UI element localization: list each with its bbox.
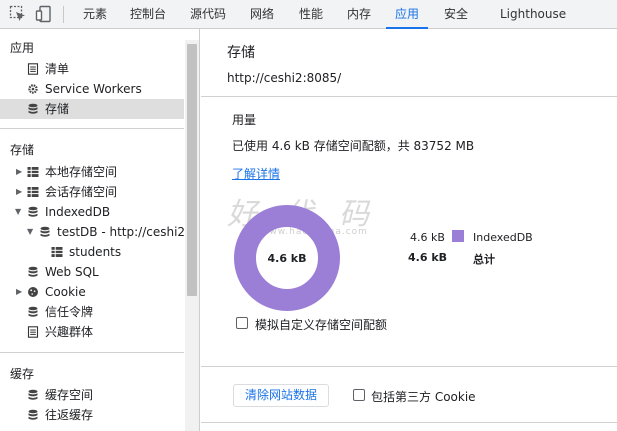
chevron-down-icon[interactable]: ▼ <box>15 202 21 222</box>
chevron-right-icon[interactable]: ▶ <box>16 282 22 302</box>
application-sidebar: 应用 清单 Service Workers 存储 存储 ▶ 本地存储空间 ▶ 会… <box>0 29 200 431</box>
sidebar-section-storage: 存储 <box>10 143 35 157</box>
sidebar-item-indexeddb[interactable]: ▼ IndexedDB <box>0 202 184 222</box>
tab-elements[interactable]: 元素 <box>83 0 107 29</box>
inspect-element-icon[interactable] <box>9 5 27 23</box>
cookie-icon <box>28 287 38 297</box>
simulate-quota-label: 模拟自定义存储空间配额 <box>255 318 388 332</box>
sidebar-item-label: testDB - http://ceshi2:80 <box>57 225 184 239</box>
sidebar-item-session-storage[interactable]: ▶ 会话存储空间 <box>0 182 184 202</box>
database-icon <box>28 389 38 400</box>
sidebar-item-label: Service Workers <box>45 82 142 96</box>
gear-icon <box>28 84 38 94</box>
database-icon <box>28 306 38 317</box>
include-third-party-cookies-checkbox[interactable] <box>353 389 365 401</box>
sidebar-item-label: 信任令牌 <box>45 305 94 319</box>
database-icon <box>28 103 38 114</box>
legend-amount-indexeddb: 4.6 kB <box>410 231 445 244</box>
devtools-tab-bar: 元素 控制台 源代码 网络 性能 内存 应用 安全 Lighthouse <box>0 0 617 29</box>
sidebar-divider <box>0 352 184 353</box>
storage-panel: 存储 http://ceshi2:8085/ 用量 已使用 4.6 kB 存储空… <box>201 29 617 431</box>
grid-icon <box>51 247 63 257</box>
database-icon <box>40 226 50 237</box>
simulate-quota-checkbox[interactable] <box>236 317 248 329</box>
sidebar-section-cache: 缓存 <box>10 367 35 381</box>
include-third-party-cookies-label: 包括第三方 Cookie <box>371 390 476 404</box>
sidebar-item-local-storage[interactable]: ▶ 本地存储空间 <box>0 162 184 182</box>
chevron-down-icon[interactable]: ▼ <box>27 222 33 242</box>
sidebar-item-testdb[interactable]: ▼ testDB - http://ceshi2:80 <box>0 222 184 242</box>
sidebar-item-trust-tokens[interactable]: 信任令牌 <box>0 302 184 322</box>
section-divider <box>201 366 617 367</box>
sidebar-section-application: 应用 <box>10 41 35 55</box>
database-icon <box>28 206 38 217</box>
sidebar-item-label: Cookie <box>45 285 86 299</box>
tab-memory[interactable]: 内存 <box>347 0 371 29</box>
sidebar-item-cookie[interactable]: ▶ Cookie <box>0 282 184 302</box>
document-icon <box>27 326 39 338</box>
sidebar-item-label: 缓存空间 <box>45 388 94 402</box>
sidebar-item-label: 存储 <box>45 102 70 116</box>
database-icon <box>28 409 38 420</box>
total-amount: 4.6 kB <box>408 251 448 264</box>
section-divider <box>201 96 617 97</box>
sidebar-item-label: students <box>69 245 122 259</box>
sidebar-divider <box>0 128 184 129</box>
section-divider <box>201 422 617 423</box>
sidebar-item-label: 清单 <box>45 62 70 76</box>
sidebar-item-label: 会话存储空间 <box>45 185 118 199</box>
origin-url: http://ceshi2:8085/ <box>227 71 342 85</box>
sidebar-item-back-forward-cache[interactable]: 往返缓存 <box>0 405 184 425</box>
device-toolbar-icon[interactable] <box>35 5 53 23</box>
grid-icon <box>27 167 39 177</box>
scrollbar-thumb[interactable] <box>187 44 197 296</box>
legend-swatch-indexeddb <box>452 230 464 242</box>
tab-application[interactable]: 应用 <box>395 0 419 29</box>
toolbar-separator <box>63 6 64 23</box>
sidebar-item-service-workers[interactable]: Service Workers <box>0 79 184 99</box>
sidebar-item-interest-groups[interactable]: 兴趣群体 <box>0 322 184 342</box>
learn-more-link[interactable]: 了解详情 <box>232 165 280 182</box>
usage-summary: 已使用 4.6 kB 存储空间配额，共 83752 MB <box>232 139 475 153</box>
chevron-right-icon[interactable]: ▶ <box>16 162 22 182</box>
sidebar-item-manifest[interactable]: 清单 <box>0 59 184 79</box>
sidebar-item-storage[interactable]: 存储 <box>0 99 184 119</box>
database-icon <box>28 266 38 277</box>
sidebar-item-cache-storage[interactable]: 缓存空间 <box>0 385 184 405</box>
sidebar-item-label: 兴趣群体 <box>45 325 94 339</box>
sidebar-item-label: 往返缓存 <box>45 408 94 422</box>
sidebar-item-label: Web SQL <box>45 265 99 279</box>
sidebar-item-web-sql[interactable]: Web SQL <box>0 262 184 282</box>
legend-label-indexeddb: IndexedDB <box>473 231 533 244</box>
usage-heading: 用量 <box>232 113 257 127</box>
total-label: 总计 <box>473 253 495 266</box>
donut-center-label: 4.6 kB <box>267 252 306 265</box>
tab-security[interactable]: 安全 <box>444 0 468 29</box>
tab-console[interactable]: 控制台 <box>130 0 166 29</box>
tab-lighthouse[interactable]: Lighthouse <box>500 0 566 29</box>
page-title: 存储 <box>227 45 255 61</box>
tab-network[interactable]: 网络 <box>250 0 274 29</box>
sidebar-item-students[interactable]: students <box>0 242 184 262</box>
document-icon <box>27 63 39 75</box>
tab-performance[interactable]: 性能 <box>299 0 323 29</box>
sidebar-scrollbar[interactable] <box>185 40 199 431</box>
chevron-right-icon[interactable]: ▶ <box>16 182 22 202</box>
clear-site-data-button[interactable]: 清除网站数据 <box>233 384 329 407</box>
tab-sources[interactable]: 源代码 <box>190 0 226 29</box>
usage-donut-chart: 4.6 kB <box>234 205 340 311</box>
sidebar-item-label: IndexedDB <box>45 205 111 219</box>
sidebar-item-label: 本地存储空间 <box>45 165 118 179</box>
grid-icon <box>27 187 39 197</box>
